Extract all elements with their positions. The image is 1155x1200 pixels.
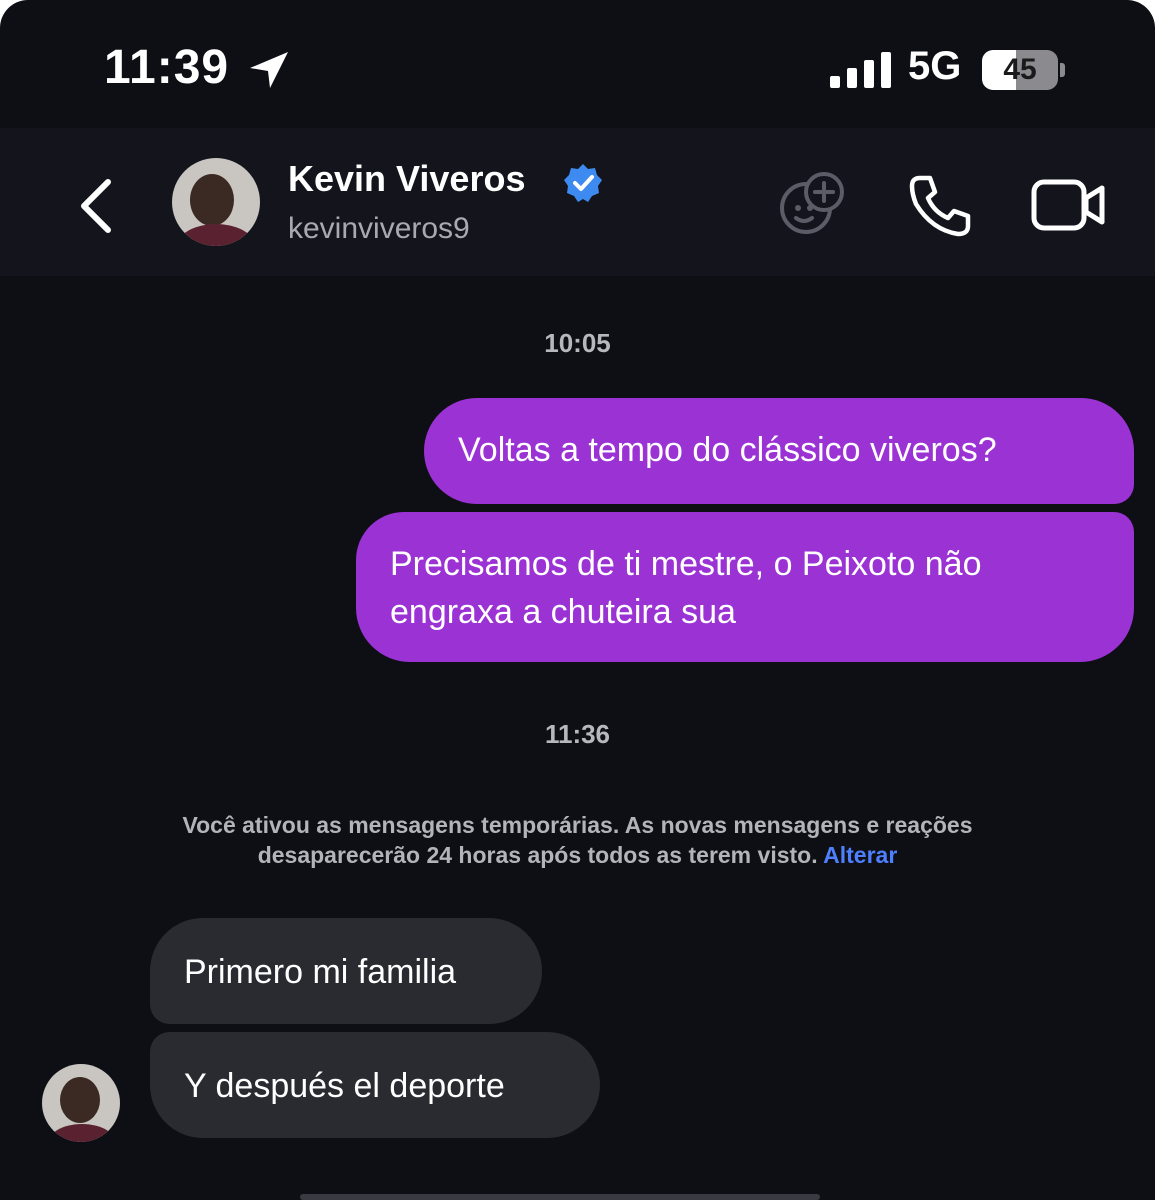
- network-type: 5G: [908, 44, 962, 88]
- battery-level: 45: [1003, 53, 1037, 86]
- timestamp: 10:05: [544, 328, 611, 358]
- back-chevron-icon[interactable]: [70, 174, 126, 238]
- received-message[interactable]: Primero mi familia: [150, 918, 542, 1024]
- video-camera-icon[interactable]: [1030, 174, 1108, 236]
- contact-avatar-small[interactable]: [42, 1064, 120, 1142]
- location-arrow-icon: [250, 52, 288, 88]
- effects-icon[interactable]: [776, 168, 848, 240]
- timestamp: 11:36: [544, 719, 611, 749]
- contact-name[interactable]: Kevin Viveros: [288, 158, 525, 200]
- status-time: 11:39: [104, 41, 230, 94]
- chat-header: Kevin Viveros kevinviveros9: [0, 128, 1155, 276]
- change-link[interactable]: Alterar: [823, 842, 897, 868]
- contact-username: kevinviveros9: [288, 212, 470, 245]
- phone-icon[interactable]: [906, 172, 974, 240]
- received-message[interactable]: Y después el deporte: [150, 1032, 600, 1138]
- battery-icon: 45: [982, 50, 1068, 90]
- chat-screen: 11:39 5G 45 Kevin Viveros kevinviveros9 …: [0, 0, 1155, 1200]
- cropped-notice-text: [300, 1194, 820, 1200]
- signal-bars-icon: [830, 52, 891, 88]
- sent-message[interactable]: Voltas a tempo do clássico viveros?: [424, 398, 1134, 504]
- verified-badge-icon: [564, 164, 602, 202]
- contact-avatar[interactable]: [172, 158, 260, 246]
- sent-message[interactable]: Precisamos de ti mestre, o Peixoto não e…: [356, 512, 1134, 662]
- disappearing-messages-notice: Você ativou as mensagens temporárias. As…: [100, 810, 1055, 870]
